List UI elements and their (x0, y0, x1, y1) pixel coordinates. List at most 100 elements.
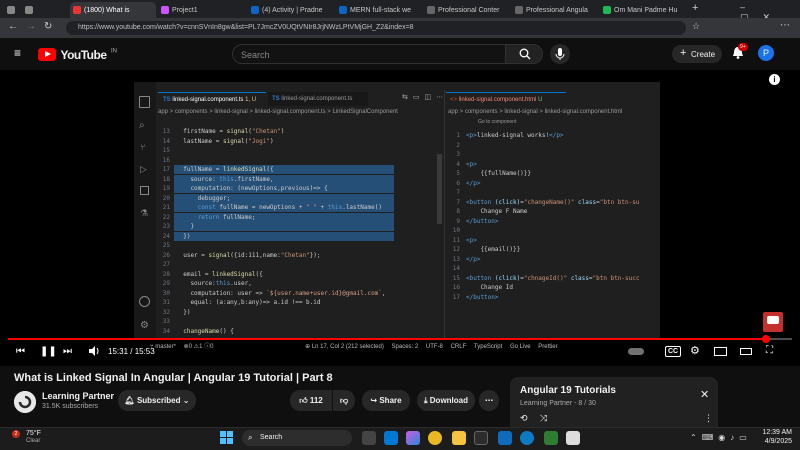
more-actions-button[interactable]: ⋯ (479, 390, 499, 411)
code-line: email = linkedSignal({ (176, 270, 263, 278)
edge-icon[interactable] (520, 431, 534, 445)
theater-mode-icon[interactable] (740, 348, 752, 355)
clock-date[interactable]: 4/9/2025 (750, 438, 792, 445)
code-line: </button> (466, 293, 499, 301)
create-button[interactable]: + Create (672, 45, 722, 63)
new-tab-button[interactable]: + (692, 2, 698, 14)
code-line: <p> (466, 160, 477, 168)
microphone-icon (555, 48, 565, 60)
autoplay-toggle[interactable] (628, 348, 644, 355)
line-number: 20 (162, 194, 170, 202)
account-icon (139, 296, 150, 307)
info-count: 0 (210, 344, 214, 350)
editor-tab-ts-active: TS linked-signal.component.ts 1, U (158, 92, 266, 106)
system-tray[interactable]: ⌃⌨◉♪▭ (690, 433, 752, 442)
browser-tab[interactable]: Project1 (158, 2, 244, 18)
copilot-icon[interactable] (406, 431, 420, 445)
notifications-button[interactable]: 9+ (732, 43, 748, 64)
browser-tab-label: Project1 (172, 7, 198, 14)
typescript-icon: TS (163, 97, 171, 103)
info-icon[interactable]: i (769, 74, 780, 85)
code-line: </button> (466, 217, 499, 225)
forward-icon[interactable]: → (26, 21, 36, 32)
loop-icon[interactable]: ⟲ (520, 413, 528, 424)
browser-tab[interactable]: Professional Angula (512, 2, 598, 18)
previous-button[interactable]: ⏮ (16, 346, 25, 357)
mail-icon[interactable] (498, 431, 512, 445)
favorites-icon[interactable]: ☆ (692, 21, 700, 32)
browser-tab[interactable] (4, 2, 20, 18)
url-input[interactable]: https://www.youtube.com/watch?v=cnnSVnIn… (66, 21, 686, 35)
editor-tab-html: <> linked-signal.component.html U (446, 92, 566, 106)
code-line: debugger; (176, 194, 231, 202)
typescript-icon: TS (272, 96, 280, 102)
settings-gear-icon[interactable]: ⚙ (690, 344, 700, 357)
snipping-tool-icon[interactable] (566, 431, 580, 445)
next-button[interactable]: ⏭ (63, 346, 72, 357)
editor-tab-html-label: linked-signal.component.html (458, 97, 537, 103)
tab-favicon-icon (515, 6, 523, 14)
search-input[interactable]: Search (232, 44, 506, 64)
like-button[interactable]: 👍︎ 112 (290, 390, 332, 411)
fullscreen-icon[interactable]: ⛶ (766, 345, 773, 356)
vscode-taskbar-icon[interactable] (384, 431, 398, 445)
playlist-title[interactable]: Angular 19 Tutorials (520, 385, 616, 396)
line-number: 15 (452, 274, 460, 282)
browser-tab[interactable]: (1800) What is (70, 2, 156, 18)
browser-tab[interactable]: Om Mani Padme Hu (600, 2, 686, 18)
line-number: 14 (452, 265, 460, 272)
dislike-button[interactable]: 👎︎ (333, 390, 355, 411)
channel-avatar[interactable] (14, 391, 36, 413)
share-button[interactable]: ↪ Share (362, 390, 410, 411)
start-button[interactable] (220, 431, 233, 444)
code-line: user = signal({id:111,name:"Chetan"}); (176, 251, 321, 259)
browser-tab-label: MERN full-stack we (350, 7, 412, 14)
taskbar-search[interactable]: ⌕ Search (242, 430, 352, 446)
line-number: 17 (452, 293, 460, 301)
code-editor-html: 1 <p>linked-signal works!</p> 2 3 4 <p> 5 {{fu… (446, 126, 660, 326)
selection-highlight (174, 222, 394, 231)
back-icon[interactable]: ← (8, 21, 18, 32)
download-button[interactable]: ⤓ Download (417, 390, 475, 411)
search-button[interactable] (505, 44, 543, 64)
thumbs-down-icon: 👎︎ (339, 396, 349, 405)
app-icon[interactable] (544, 431, 558, 445)
hamburger-menu-icon[interactable]: ≡ (14, 46, 21, 60)
browser-tab[interactable]: MERN full-stack we (336, 2, 422, 18)
volume-button[interactable] (88, 345, 100, 360)
browser-tab[interactable]: (4) Activity | Pradne (248, 2, 334, 18)
line-number: 31 (162, 299, 170, 306)
account-avatar[interactable]: P (758, 45, 774, 61)
clock-time[interactable]: 12:39 AM (750, 429, 792, 436)
browser-tab[interactable] (22, 2, 66, 18)
selection-highlight (174, 231, 394, 241)
voice-search-button[interactable] (550, 44, 570, 64)
code-line: Change F Name (466, 208, 528, 215)
browser-menu-icon[interactable]: ⋯ (780, 20, 790, 31)
tab-favicon-icon (427, 6, 435, 14)
line-number: 8 (456, 208, 460, 215)
terminal-icon[interactable] (474, 431, 488, 445)
channel-name[interactable]: Learning Partner (42, 391, 114, 401)
code-line: }) (176, 232, 191, 240)
subscribe-watermark[interactable] (763, 312, 783, 332)
line-number: 16 (452, 284, 460, 291)
miniplayer-icon[interactable] (714, 347, 727, 356)
pause-button[interactable]: ❚❚ (40, 346, 57, 357)
playlist-more-icon[interactable]: ⋮ (704, 413, 713, 424)
line-number: 26 (162, 251, 170, 259)
source-control-icon: ⑂ (140, 142, 146, 152)
chrome-icon[interactable] (428, 431, 442, 445)
file-explorer-icon[interactable] (452, 431, 466, 445)
line-number: 22 (162, 213, 170, 221)
refresh-icon[interactable]: ↻ (44, 21, 52, 32)
shuffle-icon[interactable]: ⤨ (540, 413, 547, 424)
youtube-logo[interactable]: YouTube IN (38, 46, 117, 62)
task-view-icon[interactable] (362, 431, 376, 445)
captions-icon[interactable]: CC (665, 346, 682, 357)
code-line: changeName() { (183, 327, 234, 335)
playlist-close-icon[interactable]: ✕ (700, 388, 709, 401)
subscribed-button[interactable]: 🔔︎ Subscribed ⌄ (118, 390, 196, 411)
browser-tab[interactable]: Professional Conter (424, 2, 510, 18)
download-icon: ⤓ (424, 396, 428, 405)
